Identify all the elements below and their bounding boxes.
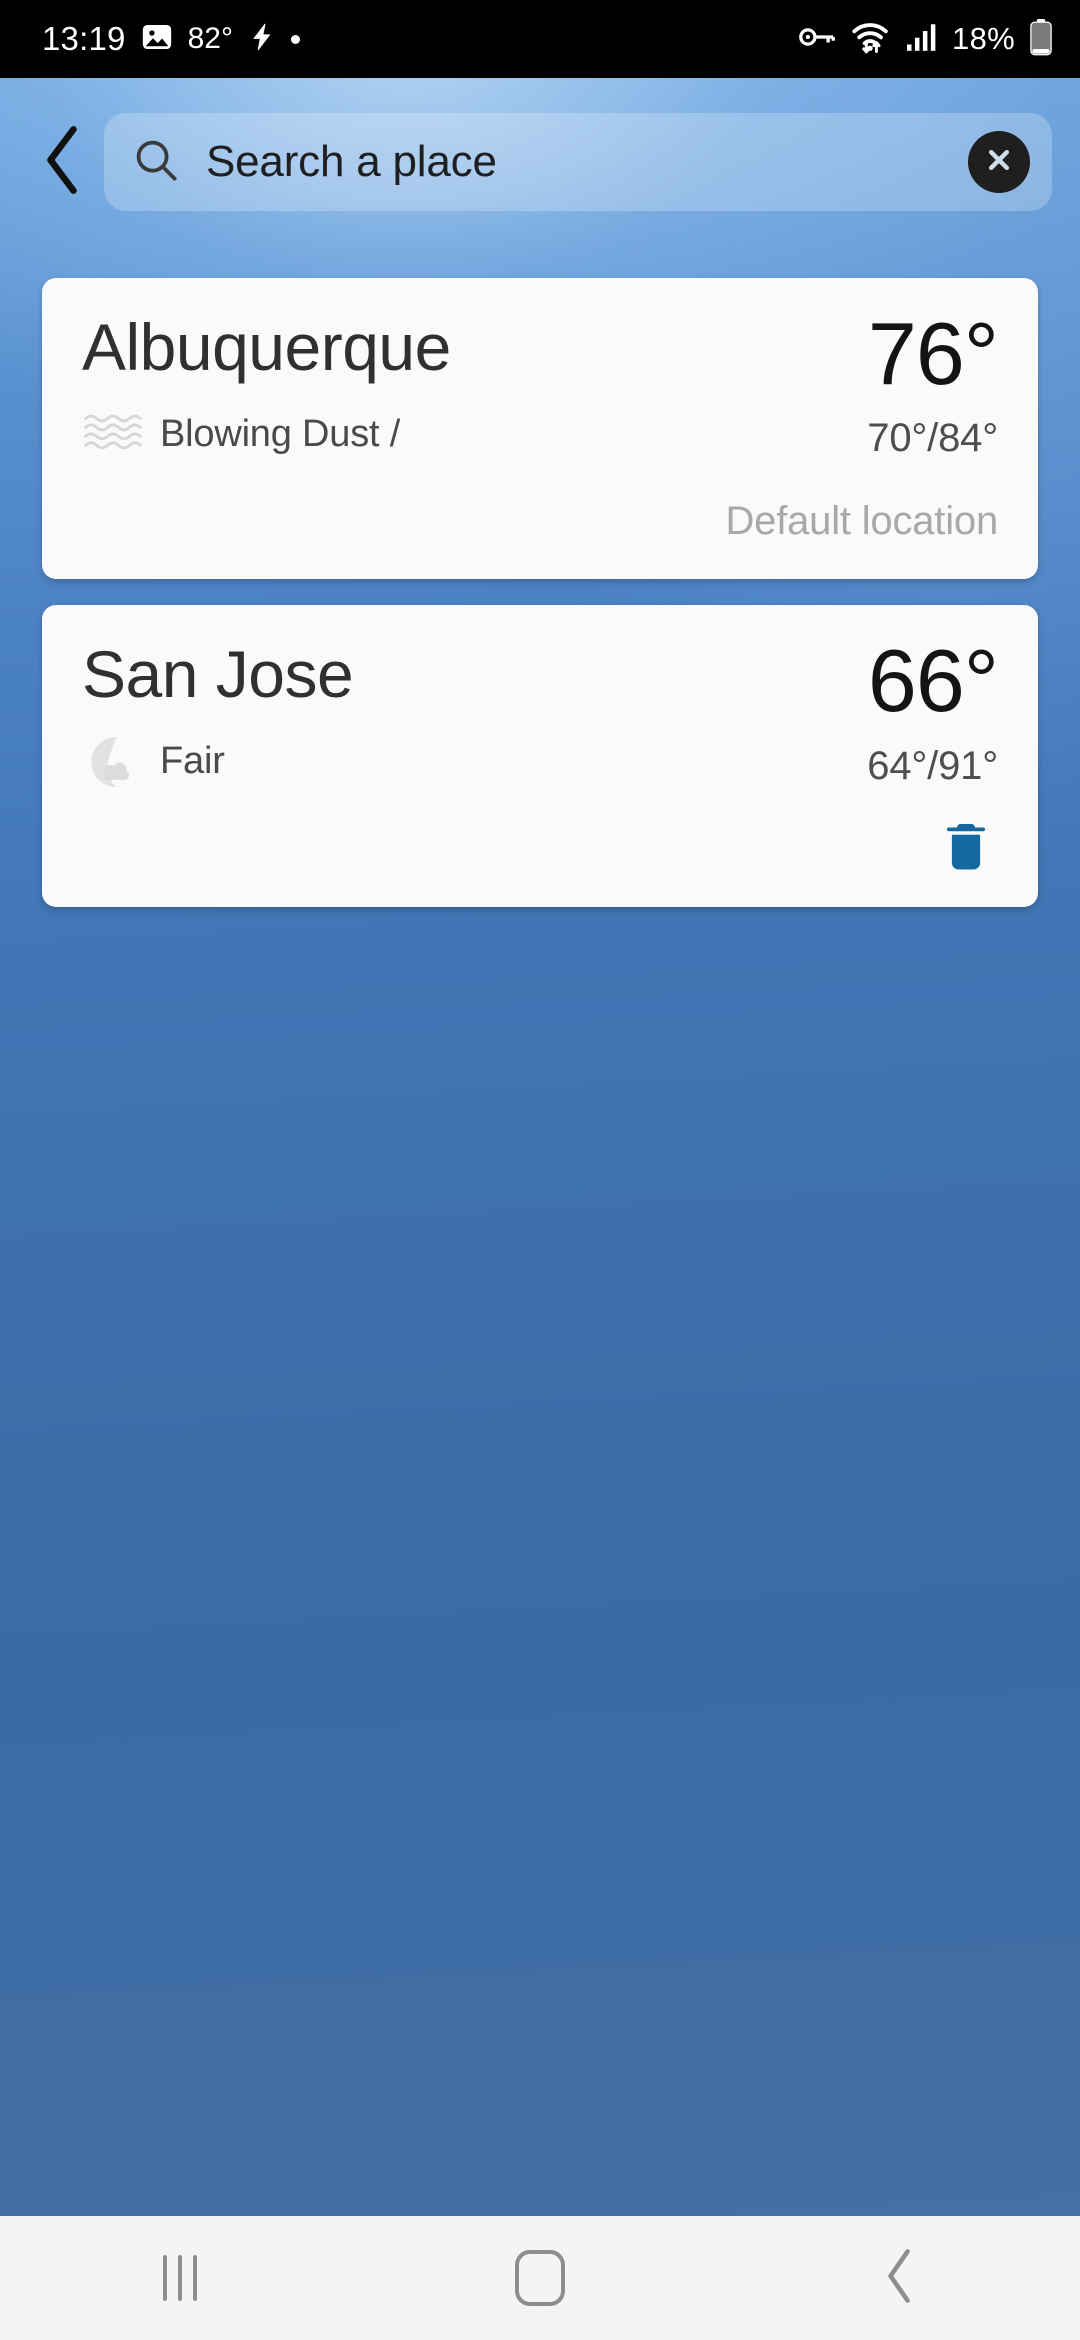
temperature-range: 64°/91°	[867, 743, 998, 788]
photo-icon	[140, 20, 174, 59]
city-name: Albuquerque	[82, 310, 451, 384]
wifi-transfer-icon	[850, 20, 892, 59]
back-icon	[883, 2247, 917, 2310]
close-circle-icon	[982, 143, 1016, 182]
chevron-left-icon	[39, 123, 85, 202]
back-nav-button[interactable]	[720, 2216, 1080, 2340]
location-card-footer	[82, 817, 998, 881]
dot-indicator-icon	[290, 34, 300, 44]
moon-cloud-night-fair-icon	[82, 733, 144, 791]
recents-button[interactable]	[0, 2216, 360, 2340]
temperature-range: 70°/84°	[867, 416, 998, 461]
search-input[interactable]	[206, 137, 968, 187]
current-temperature: 76°	[867, 304, 999, 403]
status-bar-clock: 13:19	[42, 20, 126, 57]
location-card-temps: 66° 64°/91°	[847, 631, 999, 788]
back-button[interactable]	[20, 116, 104, 208]
lightning-bolt-icon	[247, 20, 277, 59]
battery-percentage: 18%	[952, 21, 1015, 56]
blowing-dust-icon	[82, 405, 144, 463]
location-list: Albuquerque Blowing Dust / 76° 70°/84° D…	[0, 278, 1080, 933]
location-card[interactable]: Albuquerque Blowing Dust / 76° 70°/84° D…	[42, 278, 1038, 580]
search-header	[0, 108, 1080, 216]
location-card-top: Albuquerque Blowing Dust / 76° 70°/84°	[82, 304, 999, 463]
condition-text: Fair	[160, 740, 225, 783]
condition-row: Blowing Dust /	[82, 405, 847, 463]
status-bar-left: 13:19 82°	[42, 20, 300, 59]
condition-row: Fair	[82, 733, 847, 791]
default-location-label: Default location	[725, 498, 998, 543]
status-bar-weather-temp: 82°	[187, 22, 233, 55]
home-icon	[515, 2250, 565, 2306]
current-temperature: 66°	[867, 631, 999, 731]
location-card-info: San Jose Fair	[82, 637, 847, 791]
location-card-top: San Jose Fair 66° 64°/91°	[82, 631, 999, 791]
location-card[interactable]: San Jose Fair 66° 64°/91°	[42, 605, 1038, 907]
recents-icon	[163, 2255, 197, 2301]
delete-location-button[interactable]	[934, 817, 998, 881]
status-bar: 13:19 82° 18%	[0, 0, 1080, 78]
location-card-temps: 76° 70°/84°	[847, 304, 999, 461]
cellular-signal-icon	[905, 22, 939, 57]
clear-search-button[interactable]	[968, 131, 1030, 193]
trash-delete-icon	[941, 819, 991, 878]
home-button[interactable]	[360, 2216, 720, 2340]
status-bar-right: 18%	[799, 18, 1054, 61]
search-icon	[132, 136, 180, 189]
navigation-bar	[0, 2216, 1080, 2340]
location-card-footer: Default location	[82, 489, 998, 553]
search-bar[interactable]	[104, 113, 1052, 211]
battery-low-icon	[1028, 18, 1054, 61]
phone-screen: 13:19 82° 18% Search a place Albuquerque…	[0, 0, 1080, 2340]
condition-text: Blowing Dust /	[160, 412, 401, 455]
location-card-info: Albuquerque Blowing Dust /	[82, 310, 847, 463]
vpn-key-icon	[799, 23, 837, 56]
city-name: San Jose	[82, 637, 354, 712]
